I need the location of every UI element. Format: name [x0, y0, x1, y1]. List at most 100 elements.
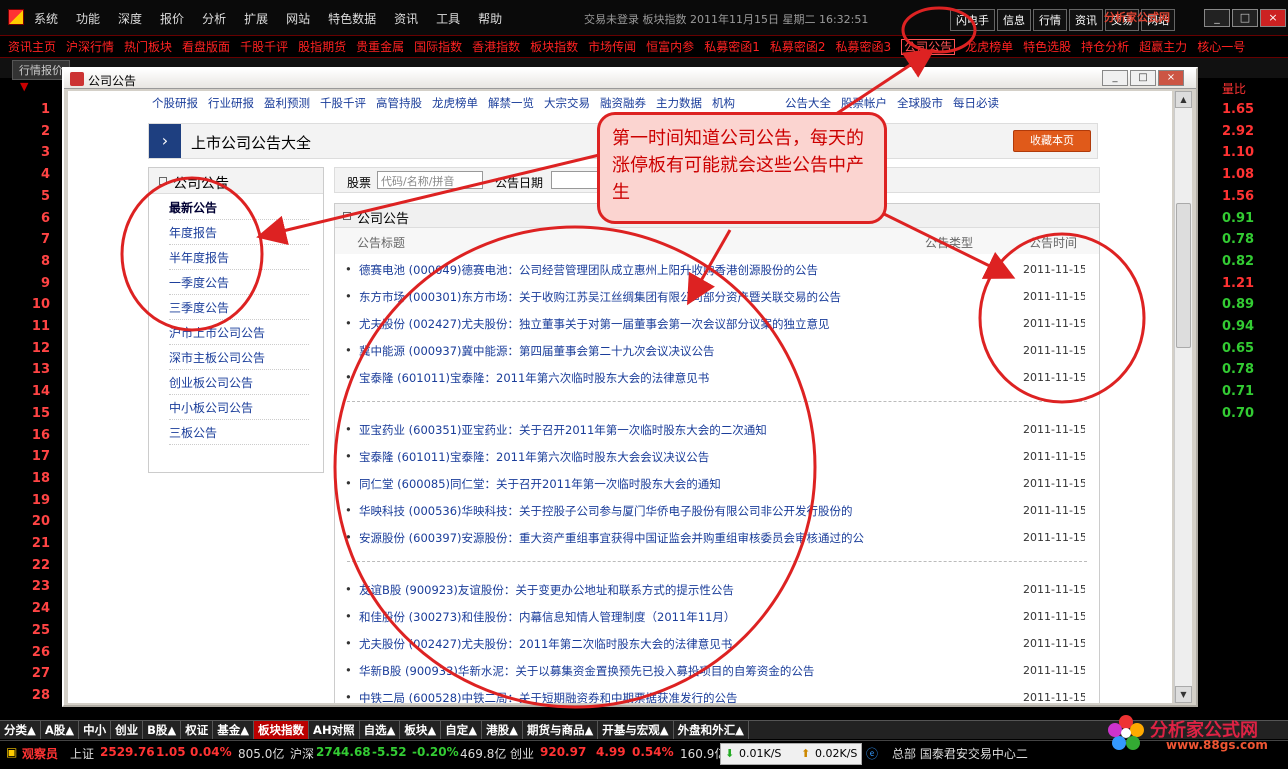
sidebar-item[interactable]: 半年度报告	[169, 246, 309, 270]
announcement-row[interactable]: • 中铁二局 (600528)中铁二局：关于短期融资券和中期票据获准发行的公告 20…	[345, 690, 1085, 703]
bottom-tab[interactable]: 基金▲	[213, 721, 255, 739]
announcement-row[interactable]: • 和佳股份 (300273)和佳股份：内幕信息知情人管理制度（2011年11月）…	[345, 609, 1085, 627]
announcement-title[interactable]: 安源股份 (600397)安源股份：重大资产重组事宜获得中国证监会并购重组审核委…	[359, 530, 949, 546]
sidebar-item[interactable]: 三板公告	[169, 421, 309, 445]
quicknav-item[interactable]: 私募密函3	[835, 40, 891, 54]
announcement-row[interactable]: • 安源股份 (600397)安源股份：重大资产重组事宜获得中国证监会并购重组审核…	[345, 530, 1085, 548]
row-index[interactable]: 13	[30, 362, 50, 377]
scroll-up-icon[interactable]: ▲	[1175, 91, 1192, 108]
row-index[interactable]: 3	[30, 145, 50, 160]
announcement-row[interactable]: • 东方市场 (000301)东方市场：关于收购江苏吴江丝绸集团有限公司部分资产暨…	[345, 289, 1085, 307]
dialog-minimize-icon[interactable]: _	[1102, 70, 1128, 86]
bottom-tab[interactable]: 自定▲	[441, 721, 483, 739]
announcement-title[interactable]: 尤夫股份 (002427)尤夫股份：独立董事关于对第一届董事会第一次会议部分议案…	[359, 316, 949, 332]
row-index[interactable]: 1	[30, 102, 50, 117]
announcement-row[interactable]: • 冀中能源 (000937)冀中能源：第四届董事会第二十九次会议决议公告 2011…	[345, 343, 1085, 361]
quicknav-item[interactable]: 股指期货	[298, 40, 346, 54]
announcement-row[interactable]: • 亚宝药业 (600351)亚宝药业：关于召开2011年第一次临时股东大会的二次…	[345, 422, 1085, 440]
announcement-title[interactable]: 亚宝药业 (600351)亚宝药业：关于召开2011年第一次临时股东大会的二次通…	[359, 422, 949, 438]
sidebar-item[interactable]: 最新公告	[169, 196, 309, 220]
top-button[interactable]: 信息	[997, 9, 1031, 31]
quicknav-item[interactable]: 市场传闻	[588, 40, 636, 54]
web-nav-link[interactable]: 行业研报	[208, 96, 254, 110]
quicknav-item[interactable]: 贵重金属	[356, 40, 404, 54]
quicknav-item[interactable]: 恒富内参	[646, 40, 694, 54]
scroll-down-icon[interactable]: ▼	[1175, 686, 1192, 703]
web-nav-link[interactable]: 全球股市	[897, 96, 943, 110]
menu-item[interactable]: 报价	[160, 10, 184, 27]
announcement-title[interactable]: 华新B股 (900933)华新水泥：关于以募集资金置换预先已投入募投项目的自筹资…	[359, 663, 949, 679]
announcement-row[interactable]: • 宝泰隆 (601011)宝泰隆：2011年第六次临时股东大会会议决议公告 201…	[345, 449, 1085, 467]
row-index[interactable]: 17	[30, 449, 50, 464]
row-index[interactable]: 27	[30, 666, 50, 681]
announcement-row[interactable]: • 尤夫股份 (002427)尤夫股份：2011年第二次临时股东大会的法律意见书 2…	[345, 636, 1085, 654]
collapse-icon[interactable]	[159, 177, 167, 185]
bottom-tab[interactable]: AH对照	[309, 721, 360, 739]
bottom-tab[interactable]: A股▲	[41, 721, 80, 739]
row-index[interactable]: 8	[30, 254, 50, 269]
maximize-icon[interactable]: □	[1232, 9, 1258, 27]
quicknav-item[interactable]: 私募密函2	[770, 40, 826, 54]
top-button[interactable]: 闪电手	[950, 9, 995, 31]
row-index[interactable]: 22	[30, 558, 50, 573]
announcement-title[interactable]: 中铁二局 (600528)中铁二局：关于短期融资券和中期票据获准发行的公告	[359, 690, 949, 703]
browser-icon[interactable]: ⓔ	[866, 745, 878, 762]
announcement-row[interactable]: • 宝泰隆 (601011)宝泰隆：2011年第六次临时股东大会的法律意见书 201…	[345, 370, 1085, 388]
web-nav-link[interactable]: 每日必读	[953, 96, 999, 110]
announcement-row[interactable]: • 友谊B股 (900923)友谊股份：关于变更办公地址和联系方式的提示性公告 20…	[345, 582, 1085, 600]
bottom-tab[interactable]: 外盘和外汇▲	[674, 721, 749, 739]
web-nav-link[interactable]: 解禁一览	[488, 96, 534, 110]
dialog-maximize-icon[interactable]: □	[1130, 70, 1156, 86]
announcement-row[interactable]: • 尤夫股份 (002427)尤夫股份：独立董事关于对第一届董事会第一次会议部分议…	[345, 316, 1085, 334]
bookmark-button[interactable]: 收藏本页	[1013, 130, 1091, 152]
sidebar-item[interactable]: 一季度公告	[169, 271, 309, 295]
row-index[interactable]: 28	[30, 688, 50, 703]
row-index[interactable]: 26	[30, 645, 50, 660]
bottom-tab[interactable]: 开基与宏观▲	[598, 721, 674, 739]
announcement-title[interactable]: 华映科技 (000536)华映科技：关于控股子公司参与厦门华侨电子股份有限公司非…	[359, 503, 949, 519]
web-nav-link[interactable]: 大宗交易	[544, 96, 590, 110]
menu-item[interactable]: 帮助	[478, 10, 502, 27]
row-index[interactable]: 16	[30, 428, 50, 443]
scroll-thumb[interactable]	[1176, 203, 1191, 348]
quicknav-item[interactable]: 热门板块	[124, 40, 172, 54]
row-index[interactable]: 25	[30, 623, 50, 638]
announcement-title[interactable]: 宝泰隆 (601011)宝泰隆：2011年第六次临时股东大会会议决议公告	[359, 449, 949, 465]
quicknav-item[interactable]: 超赢主力	[1139, 40, 1187, 54]
bottom-tab[interactable]: 分类▲	[0, 721, 41, 739]
row-index[interactable]: 4	[30, 167, 50, 182]
stock-search-input[interactable]: 代码/名称/拼音	[377, 171, 483, 189]
index-header-icon[interactable]: ▼	[20, 80, 28, 93]
sidebar-item[interactable]: 深市主板公司公告	[169, 346, 309, 370]
web-nav-link[interactable]: 盈利预测	[264, 96, 310, 110]
row-index[interactable]: 5	[30, 189, 50, 204]
bottom-tab[interactable]: 自选▲	[360, 721, 401, 739]
row-index[interactable]: 19	[30, 493, 50, 508]
web-nav-link[interactable]: 机构	[712, 96, 735, 110]
row-index[interactable]: 21	[30, 536, 50, 551]
announcement-title[interactable]: 东方市场 (000301)东方市场：关于收购江苏吴江丝绸集团有限公司部分资产暨关…	[359, 289, 949, 305]
sidebar-item[interactable]: 三季度公告	[169, 296, 309, 320]
announcement-row[interactable]: • 同仁堂 (600085)同仁堂：关于召开2011年第一次临时股东大会的通知 20…	[345, 476, 1085, 494]
quicknav-item[interactable]: 沪深行情	[66, 40, 114, 54]
quicknav-item[interactable]: 看盘版面	[182, 40, 230, 54]
row-index[interactable]: 6	[30, 211, 50, 226]
announcement-row[interactable]: • 华新B股 (900933)华新水泥：关于以募集资金置换预先已投入募投项目的自筹…	[345, 663, 1085, 681]
bottom-tab[interactable]: 权证	[181, 721, 214, 739]
announcement-title[interactable]: 尤夫股份 (002427)尤夫股份：2011年第二次临时股东大会的法律意见书	[359, 636, 949, 652]
row-index[interactable]: 7	[30, 232, 50, 247]
announcement-title[interactable]: 友谊B股 (900923)友谊股份：关于变更办公地址和联系方式的提示性公告	[359, 582, 949, 598]
web-nav-link[interactable]: 股票帐户	[841, 96, 887, 110]
menu-item[interactable]: 网站	[286, 10, 310, 27]
menu-item[interactable]: 分析	[202, 10, 226, 27]
bottom-tab[interactable]: 中小	[79, 721, 112, 739]
dialog-titlebar[interactable]: 公司公告 _ □ ×	[64, 69, 1196, 89]
menu-item[interactable]: 扩展	[244, 10, 268, 27]
row-index[interactable]: 11	[30, 319, 50, 334]
dialog-scrollbar[interactable]: ▲ ▼	[1174, 91, 1192, 703]
bottom-tab[interactable]: 创业	[111, 721, 144, 739]
row-index[interactable]: 20	[30, 514, 50, 529]
row-index[interactable]: 2	[30, 124, 50, 139]
web-nav-link[interactable]: 龙虎榜单	[432, 96, 478, 110]
menu-item[interactable]: 工具	[436, 10, 460, 27]
